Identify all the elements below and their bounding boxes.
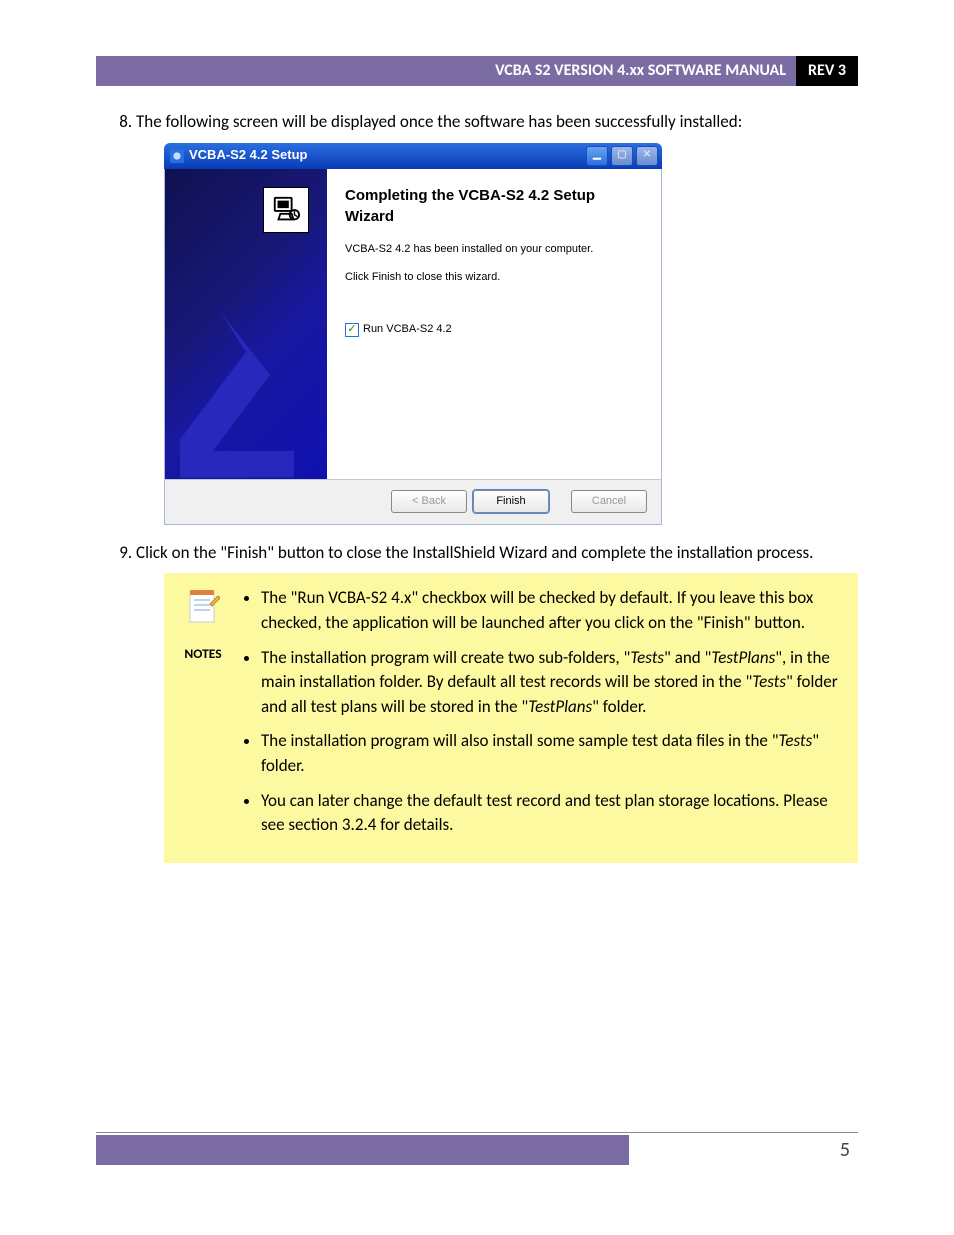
page-number: 5 [629, 1135, 858, 1165]
step-9-text: Click on the "Finish" button to close th… [136, 542, 813, 563]
maximize-button[interactable]: ▢ [611, 146, 633, 166]
checkbox-label: Run VCBA-S2 4.2 [363, 322, 452, 338]
wizard-text-2: Click Finish to close this wizard. [345, 270, 643, 286]
notepad-icon [186, 588, 220, 628]
step-8-text: The following screen will be displayed o… [136, 111, 742, 132]
footer-accent [96, 1135, 629, 1165]
header-bar: VCBA S2 VERSION 4.xx SOFTWARE MANUAL REV… [96, 56, 858, 86]
note-4: You can later change the default test re… [261, 789, 847, 838]
note-2: The installation program will create two… [261, 646, 847, 720]
back-button[interactable]: < Back [391, 490, 467, 513]
page-footer: 5 [96, 1132, 858, 1165]
minimize-button[interactable]: ▁ [586, 146, 608, 166]
close-button[interactable]: ✕ [636, 146, 658, 166]
wizard-banner [165, 169, 327, 479]
notes-box: NOTES The "Run VCBA-S2 4.x" checkbox wil… [164, 573, 858, 863]
header-title: VCBA S2 VERSION 4.xx SOFTWARE MANUAL [96, 56, 796, 86]
note-3: The installation program will also insta… [261, 729, 847, 778]
wizard-title: VCBA-S2 4.2 Setup [189, 146, 307, 165]
checkbox-icon: ✓ [345, 323, 359, 337]
step-9: Click on the "Finish" button to close th… [136, 541, 858, 863]
note-1: The "Run VCBA-S2 4.x" checkbox will be c… [261, 586, 847, 635]
computer-icon [263, 187, 309, 233]
wizard-window: VCBA-S2 4.2 Setup ▁ ▢ ✕ C [164, 143, 662, 525]
run-checkbox[interactable]: ✓ Run VCBA-S2 4.2 [345, 322, 643, 338]
notes-list: The "Run VCBA-S2 4.x" checkbox will be c… [231, 586, 847, 848]
cancel-button[interactable]: Cancel [571, 490, 647, 513]
notes-label: NOTES [175, 644, 231, 664]
wizard-text-1: VCBA-S2 4.2 has been installed on your c… [345, 242, 643, 258]
app-icon [170, 149, 184, 163]
step-8: The following screen will be displayed o… [136, 110, 858, 525]
wizard-titlebar: VCBA-S2 4.2 Setup ▁ ▢ ✕ [164, 143, 662, 169]
wizard-heading: Completing the VCBA-S2 4.2 Setup Wizard [345, 185, 643, 229]
finish-button[interactable]: Finish [473, 490, 549, 513]
arrow-icon [171, 303, 321, 479]
header-rev: REV 3 [796, 56, 858, 86]
